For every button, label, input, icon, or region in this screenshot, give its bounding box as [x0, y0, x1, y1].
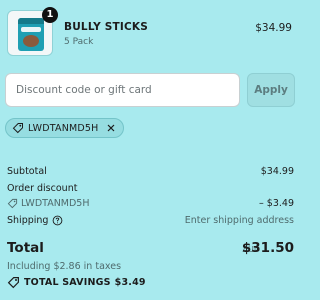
apply-button[interactable]: Apply: [247, 73, 295, 107]
subtotal-row: Subtotal $34.99: [7, 166, 294, 177]
discount-code-display: LWDTANMD5H: [7, 198, 294, 209]
savings-label: TOTAL SAVINGS: [24, 277, 111, 288]
discount-code-input[interactable]: [5, 73, 240, 107]
discount-code-text: LWDTANMD5H: [21, 198, 90, 209]
taxes-note: Including $2.86 in taxes: [7, 261, 122, 272]
close-icon[interactable]: [106, 123, 116, 133]
applied-code-label: LWDTANMD5H: [28, 122, 99, 134]
discount-value: – $3.49: [259, 198, 294, 209]
product-name: BULLY STICKS: [64, 21, 148, 33]
savings-value: $3.49: [114, 277, 146, 288]
order-discount-row: Order discount: [7, 183, 294, 194]
line-item: 1 BULLY STICKS 5 Pack $34.99: [7, 7, 293, 58]
tag-icon: [12, 122, 24, 134]
total-label: Total: [7, 240, 44, 256]
help-circle-icon[interactable]: [52, 215, 63, 226]
product-variant: 5 Pack: [64, 37, 94, 47]
tag-icon: [7, 198, 18, 209]
total-amount: $31.50: [241, 240, 294, 256]
applied-discount-chip: LWDTANMD5H: [5, 118, 124, 138]
quantity-badge: 1: [42, 7, 58, 23]
product-image: [18, 18, 44, 51]
shipping-label: Shipping: [7, 215, 49, 226]
subtotal-value: $34.99: [260, 166, 294, 177]
total-savings: TOTAL SAVINGS $3.49: [7, 276, 146, 289]
subtotal-label: Subtotal: [7, 166, 47, 177]
product-thumbnail: 1: [7, 7, 58, 56]
shipping-row: Shipping Enter shipping address: [7, 215, 294, 226]
tag-icon: [7, 276, 20, 289]
discount-code-row: LWDTANMD5H – $3.49: [7, 198, 294, 209]
product-price: $34.99: [255, 22, 292, 34]
order-discount-label: Order discount: [7, 183, 78, 194]
shipping-value: Enter shipping address: [184, 215, 294, 226]
